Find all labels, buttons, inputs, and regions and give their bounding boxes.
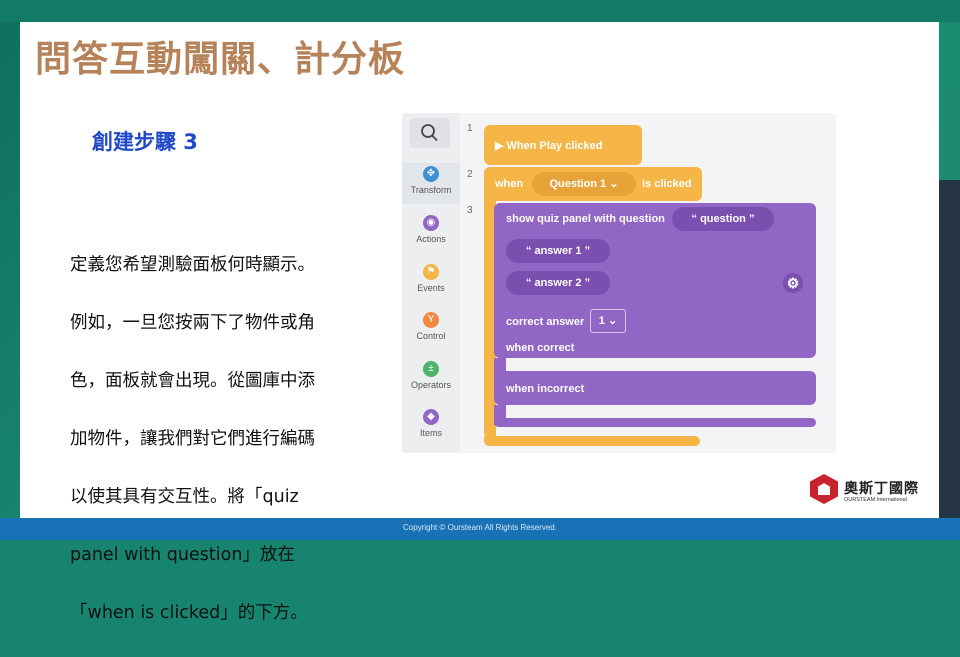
block-label: is clicked bbox=[642, 178, 692, 190]
block-sidebar: ✥ Transform ◉ Actions ⚑ Events Y Control… bbox=[402, 113, 460, 453]
sidebar-item-label: Transform bbox=[410, 185, 452, 195]
correct-answer-value: 1 bbox=[598, 315, 605, 327]
line-number: 3 bbox=[467, 205, 473, 216]
search-icon bbox=[421, 124, 438, 142]
description-line: panel with question」放在 bbox=[70, 545, 295, 565]
sidebar-item-items[interactable]: ◆ Items bbox=[402, 409, 460, 438]
when-incorrect-slot[interactable] bbox=[506, 405, 818, 419]
sidebar-item-label: Actions bbox=[416, 234, 446, 244]
sidebar-item-label: Operators bbox=[410, 380, 452, 390]
c-block-foot bbox=[484, 436, 700, 446]
when-clicked-block[interactable]: when Question 1 ⌄ is clicked bbox=[484, 167, 702, 201]
cube-icon: ◆ bbox=[423, 409, 439, 425]
description-line: 加物件，讓我們對它們進行編碼 bbox=[70, 429, 315, 449]
sidebar-item-operators[interactable]: ± Operators bbox=[402, 361, 460, 390]
answer2-input[interactable]: “ answer 2 ” bbox=[506, 271, 610, 295]
c-block-foot bbox=[494, 418, 816, 427]
sidebar-item-control[interactable]: Y Control bbox=[402, 312, 460, 341]
line-gutter: 1 2 3 bbox=[460, 113, 480, 453]
description-text: 定義您希望測驗面板何時顯示。 例如，一旦您按兩下了物件或角 色，面板就會出現。從… bbox=[70, 222, 360, 657]
when-play-clicked-block[interactable]: ▶ When Play clicked bbox=[484, 125, 642, 165]
sidebar-item-label: Control bbox=[416, 331, 446, 341]
logo-name-zh: 奧斯丁國際 bbox=[844, 481, 919, 497]
description-line: 以使其具有交互性。將「quiz bbox=[70, 487, 299, 507]
code-editor: ✥ Transform ◉ Actions ⚑ Events Y Control… bbox=[402, 113, 836, 453]
line-number: 2 bbox=[467, 169, 473, 180]
block-label: when bbox=[495, 178, 524, 190]
footer-bar: Copyright © Oursteam All Rights Reserved… bbox=[0, 518, 960, 540]
line-number: 1 bbox=[467, 123, 473, 134]
logo-name-en: OURSTEAM International bbox=[844, 497, 907, 503]
slide-title: 問答互動闖關、計分板 bbox=[35, 39, 406, 80]
sidebar-item-transform[interactable]: ✥ Transform bbox=[402, 163, 460, 204]
chevron-down-icon: ⌄ bbox=[609, 178, 619, 190]
block-label: when correct bbox=[506, 342, 575, 354]
description-line: 定義您希望測驗面板何時顯示。 bbox=[70, 255, 315, 275]
block-label: show quiz panel with question bbox=[506, 213, 665, 225]
search-button[interactable] bbox=[410, 118, 450, 148]
answer1-input[interactable]: “ answer 1 ” bbox=[506, 239, 610, 263]
gear-icon[interactable]: ⚙ bbox=[783, 273, 803, 293]
transform-icon: ✥ bbox=[423, 166, 439, 182]
sidebar-item-actions[interactable]: ◉ Actions bbox=[402, 215, 460, 244]
branch-icon: Y bbox=[423, 312, 439, 328]
description-line: 例如，一旦您按兩下了物件或角 bbox=[70, 313, 315, 333]
plus-minus-icon: ± bbox=[423, 361, 439, 377]
copyright-text: Copyright © Oursteam All Rights Reserved… bbox=[403, 523, 557, 532]
correct-answer-select[interactable]: 1 ⌄ bbox=[590, 309, 626, 333]
block-label: ▶ When Play clicked bbox=[495, 140, 603, 152]
step-heading: 創建步驟 3 bbox=[92, 130, 198, 154]
block-label: when incorrect bbox=[506, 383, 585, 395]
question-input[interactable]: “ question ” bbox=[672, 207, 774, 231]
flag-icon: ⚑ bbox=[423, 264, 439, 280]
sidebar-item-label: Items bbox=[419, 428, 442, 438]
question-select-value: Question 1 bbox=[549, 178, 607, 190]
description-line: 「when is clicked」的下方。 bbox=[70, 603, 308, 623]
when-incorrect-section: when incorrect bbox=[494, 371, 816, 405]
chevron-down-icon: ⌄ bbox=[607, 315, 618, 327]
top-band bbox=[0, 0, 960, 22]
sidebar-item-events[interactable]: ⚑ Events bbox=[402, 264, 460, 293]
show-quiz-panel-block[interactable]: show quiz panel with question “ question… bbox=[494, 203, 816, 358]
eye-icon: ◉ bbox=[423, 215, 439, 231]
description-line: 色，面板就會出現。從圖庫中添 bbox=[70, 371, 315, 391]
sidebar-item-label: Events bbox=[417, 283, 445, 293]
question-select[interactable]: Question 1 ⌄ bbox=[532, 172, 636, 196]
block-label: correct answer bbox=[506, 316, 585, 328]
when-correct-slot[interactable] bbox=[506, 358, 818, 372]
